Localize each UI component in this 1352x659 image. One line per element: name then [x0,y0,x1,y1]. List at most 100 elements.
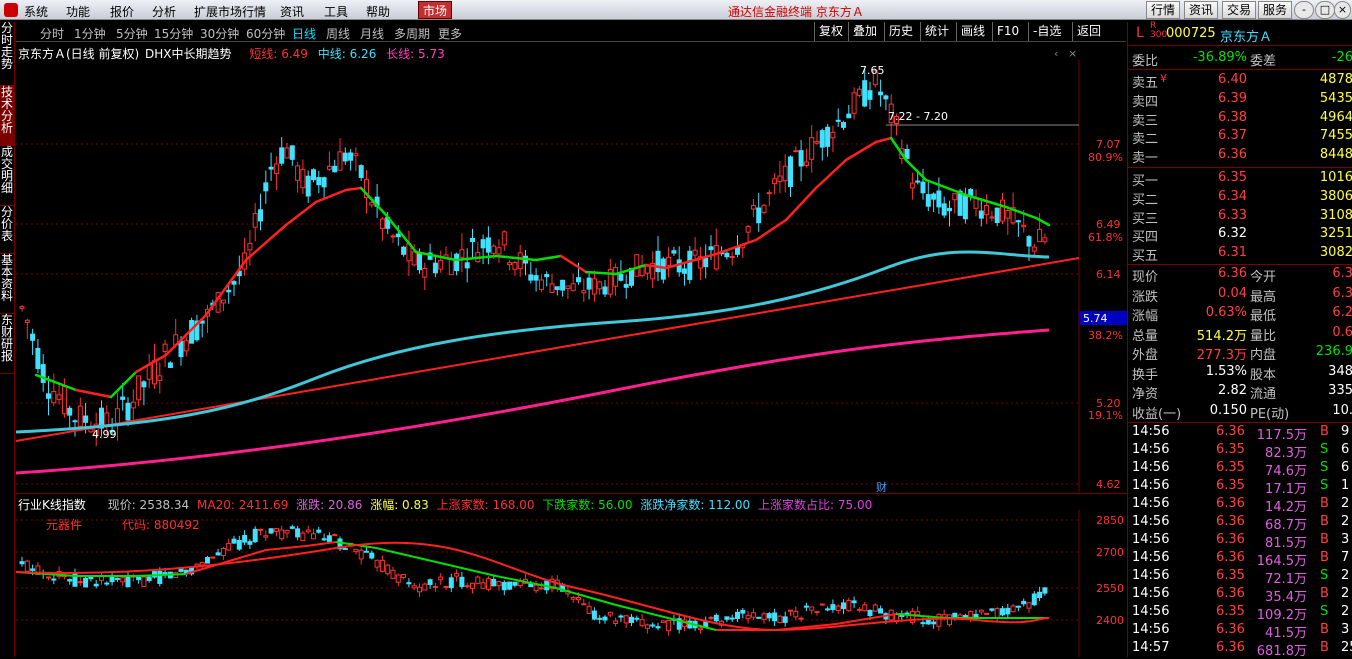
bid-row-4[interactable]: 买四 6.32 3251 [1128,226,1352,245]
candle-body [597,281,603,290]
sub-candle-body [284,530,290,534]
sub-candle-body [51,578,57,581]
stat-label: 总量 [1132,328,1159,344]
tick-time: 14:56 [1132,496,1170,511]
ask-row-5[interactable]: 卖五 ¥ 6.40 4878 [1128,72,1352,91]
candle-body [878,91,884,96]
bid-row-5[interactable]: 买五 6.31 3082 [1128,245,1352,264]
period-30min[interactable]: 30分钟 [200,25,239,42]
maximize-button[interactable]: □ [1315,1,1335,19]
tick-time: 14:56 [1132,550,1170,565]
candle-body [809,137,815,160]
kline-chart[interactable]: 7.65 4.99 7.22 - 7.20 财 7.0780.9% 6.4961.8% 6… [16,60,1127,492]
tick-price: 6.36 [1216,514,1245,529]
adjust-button[interactable]: 复权 [814,22,847,41]
bid-row-2[interactable]: 买二 6.34 3806 [1128,189,1352,208]
overlay-button[interactable]: 叠加 [848,22,881,41]
tick-row: 14:56 6.36 68.7万 B 2 [1128,514,1352,533]
menu-help[interactable]: 帮助 [366,3,390,20]
bid-row-1[interactable]: 买一 6.35 1016 [1128,170,1352,189]
ask-row-3[interactable]: 卖三 6.38 4964 [1128,110,1352,129]
candle-body [984,204,990,216]
short-trend-segment [559,254,588,274]
side-tab-price-table[interactable]: 分价表 [0,206,14,254]
ask-row-1[interactable]: 卖一 6.36 8448 [1128,147,1352,166]
sub-candle-body [835,605,841,611]
f10-button[interactable]: F10 [992,22,1023,41]
sub-candle-body [602,616,608,621]
menu-quote[interactable]: 报价 [110,3,134,20]
ask-row-4[interactable]: 卖四 6.39 5435 [1128,91,1352,110]
bid-volume: 1016 [1319,170,1352,185]
sub-candle-body [114,577,120,580]
candle-body [978,210,984,219]
bid-price: 6.31 [1218,245,1247,261]
sub-candle-body [607,611,613,616]
sub-candle-body [220,547,226,556]
sub-candle-body [740,609,746,614]
candle-body [713,245,719,270]
candle-body [422,268,428,278]
candle-body [51,391,57,404]
bid-row-3[interactable]: 买三 6.33 3108 [1128,208,1352,227]
period-60min[interactable]: 60分钟 [246,25,285,42]
minimize-button[interactable]: - [1294,1,1314,19]
market-button[interactable]: 市场 [418,1,452,19]
side-tab-profile[interactable]: 基本资料 [0,254,14,314]
period-daily[interactable]: 日线 [292,25,316,42]
top-news-button[interactable]: 资讯 [1184,1,1219,19]
candle-body [692,249,698,256]
candle-body [56,394,62,400]
side-tab-trades[interactable]: 成交明细 [0,146,14,206]
sub-candle-body [485,578,491,590]
history-button[interactable]: 历史 [884,22,917,41]
back-button[interactable]: 返回 [1072,22,1105,41]
menu-tools[interactable]: 工具 [324,3,348,20]
sub-candle-body [925,619,931,625]
tick-price: 6.35 [1216,442,1245,457]
candle-body [708,246,714,251]
candle-body [167,362,173,368]
collapse-icon[interactable]: ‹ [1054,47,1058,60]
stats-button[interactable]: 统计 [920,22,953,41]
menu-extended-market[interactable]: 扩展市场行情 [194,3,266,20]
period-multi[interactable]: 多周期 [394,25,430,42]
candle-body [348,152,354,161]
sub-candle-body [915,611,921,616]
tick-time: 14:56 [1132,514,1170,529]
ask-row-2[interactable]: 卖二 6.37 7455 [1128,128,1352,147]
top-quote-button[interactable]: 行情 [1146,1,1181,19]
menu-analysis[interactable]: 分析 [152,3,176,20]
sub-candle-body [236,540,242,550]
top-trade-button[interactable]: 交易 [1222,1,1257,19]
top-service-button[interactable]: 服务 [1258,1,1293,19]
order-diff-label: 委差 [1250,54,1277,69]
stock-code: 000725 [1166,26,1216,41]
sub-candle-body [862,604,868,612]
period-15min[interactable]: 15分钟 [154,25,193,42]
period-monthly[interactable]: 月线 [360,25,384,42]
period-5min[interactable]: 5分钟 [116,25,148,42]
menu-function[interactable]: 功能 [66,3,90,20]
sub-candle-body [989,608,995,611]
sub-candle-body [772,612,778,622]
side-tab-technical[interactable]: 技术分析 [0,86,14,146]
close-button[interactable]: × [1334,1,1351,19]
sub-candle-body [480,582,486,589]
period-more[interactable]: 更多 [438,25,462,42]
close-indicator-icon[interactable]: × [1068,47,1077,60]
industry-chart[interactable]: 2850 2700 2550 2400 [16,510,1127,657]
side-tab-intraday[interactable]: 分时走势 [0,22,14,86]
sub-candle-body [777,615,783,624]
menu-news[interactable]: 资讯 [280,3,304,20]
sub-candle-body [936,613,942,627]
period-weekly[interactable]: 周线 [326,25,350,42]
menu-system[interactable]: 系统 [24,3,48,20]
watchlist-button[interactable]: -自选 [1028,22,1065,41]
draw-button[interactable]: 画线 [956,22,989,41]
period-1min[interactable]: 1分钟 [74,25,106,42]
period-intraday[interactable]: 分时 [40,25,64,42]
side-tab-research[interactable]: 东财研报 [0,314,14,374]
candle-body [136,375,142,401]
candle-body [936,190,942,208]
